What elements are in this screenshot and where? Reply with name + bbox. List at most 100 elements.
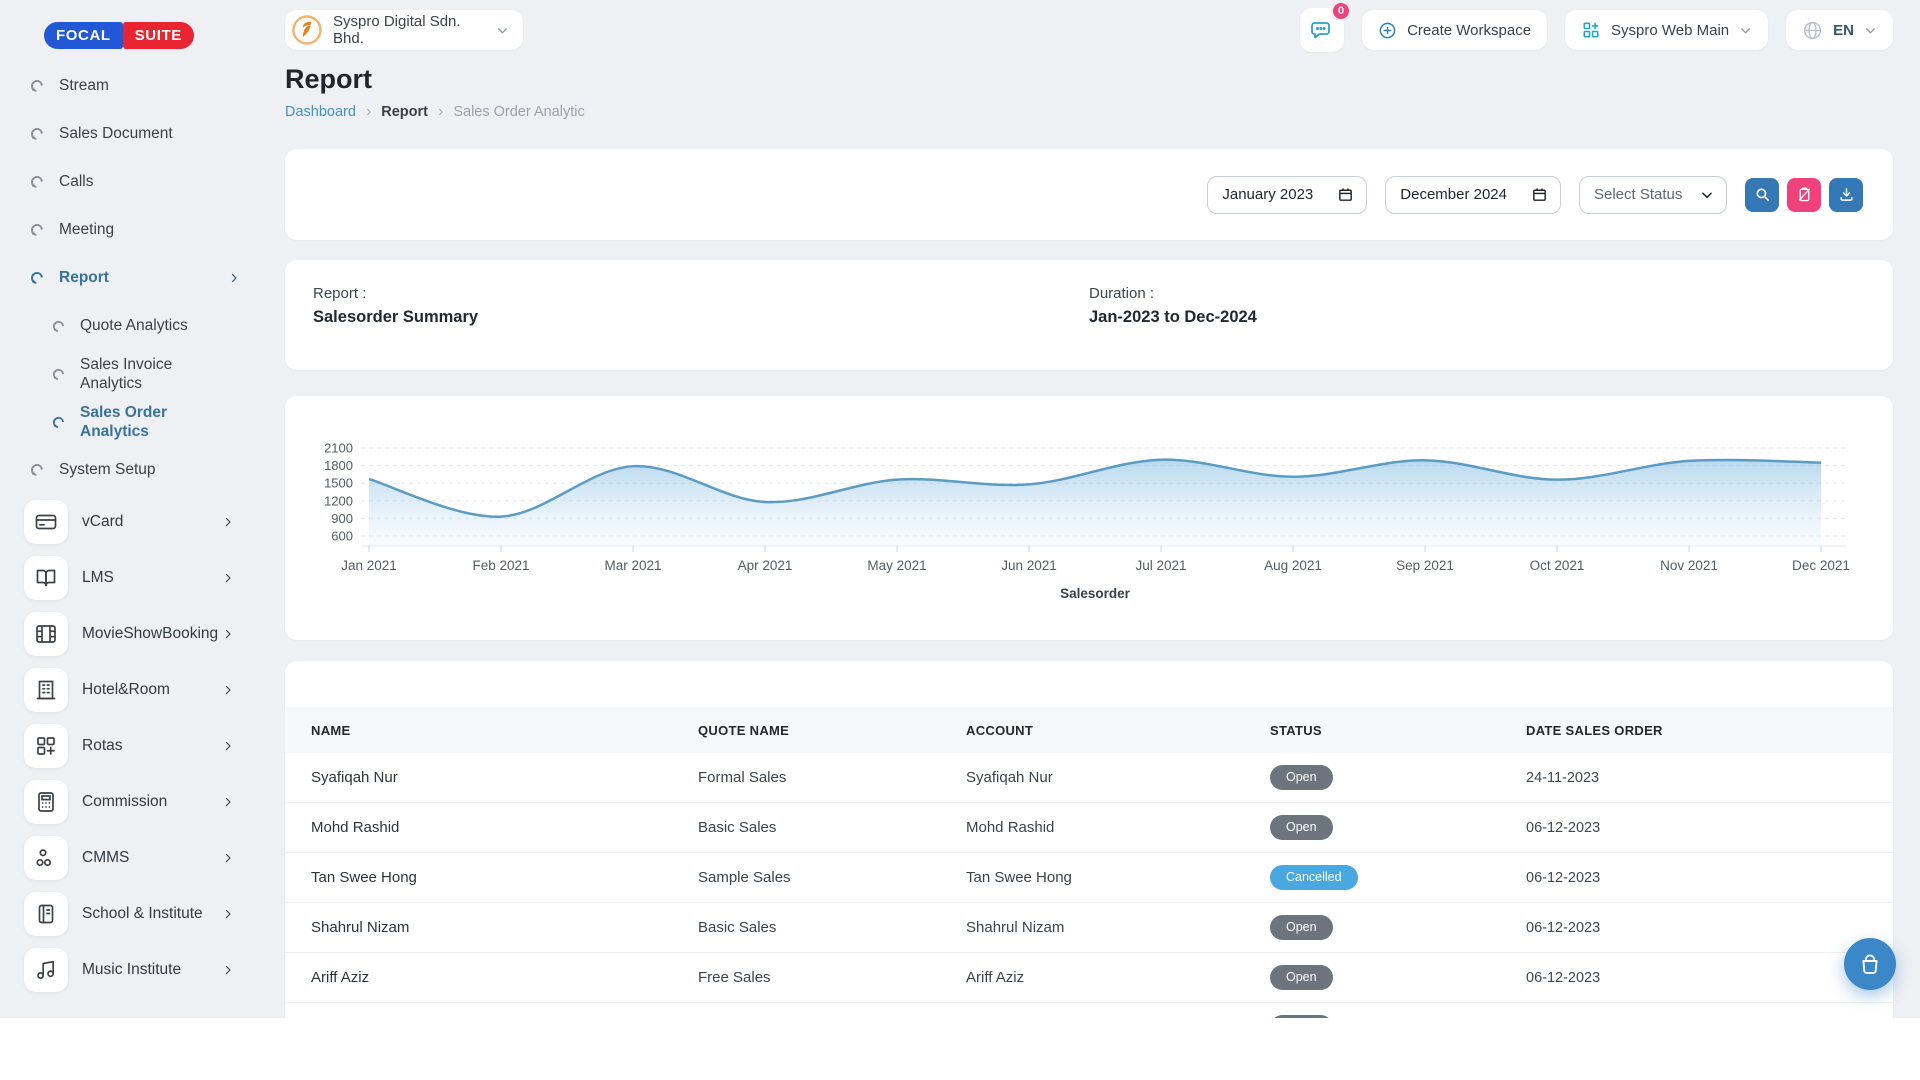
syspro-logo (291, 14, 323, 46)
topbar: Syspro Digital Sdn. Bhd. 0 Create Worksp… (285, 8, 1893, 52)
chevron-down-icon (496, 24, 509, 37)
status-select[interactable]: Select Status (1579, 176, 1727, 214)
search-button[interactable] (1745, 178, 1779, 212)
sidebar-item-stream[interactable]: Stream (0, 62, 258, 110)
svg-text:Oct 2021: Oct 2021 (1530, 558, 1585, 573)
cell-account: Mohd Rashid (966, 819, 1270, 836)
table-row[interactable]: Ariff Aziz Free Sales Ariff Aziz Open 06… (285, 953, 1893, 1003)
table-row[interactable]: Open (285, 1003, 1893, 1018)
svg-text:Jan 2021: Jan 2021 (341, 558, 397, 573)
workspace-selector[interactable]: Syspro Digital Sdn. Bhd. (285, 10, 523, 50)
ring-icon (30, 271, 44, 285)
topbar-actions: 0 Create Workspace Syspro Web Main EN (1300, 8, 1893, 52)
sidebar-item-calls[interactable]: Calls (0, 158, 258, 206)
chevron-right-icon (222, 964, 234, 976)
sidebar-item-lms[interactable]: LMS (0, 550, 258, 606)
app-selector[interactable]: Syspro Web Main (1565, 10, 1768, 50)
duration-label: Duration : (1089, 285, 1865, 302)
sidebar-item-label: Sales Invoice Analytics (80, 355, 230, 394)
svg-text:1800: 1800 (324, 458, 353, 473)
cell-account: Shahrul Nizam (966, 919, 1270, 936)
table-row[interactable]: Syafiqah Nur Formal Sales Syafiqah Nur O… (285, 753, 1893, 803)
breadcrumb-dashboard-link[interactable]: Dashboard (285, 104, 356, 120)
sidebar-item-cmms[interactable]: CMMS (0, 830, 258, 886)
chat-bubble-icon (1310, 18, 1334, 42)
book-icon (24, 556, 68, 600)
svg-text:Aug 2021: Aug 2021 (1264, 558, 1322, 573)
sidebar-item-school-institute[interactable]: School & Institute (0, 886, 258, 942)
status-badge: Open (1270, 965, 1333, 990)
status-select-value: Select Status (1594, 186, 1682, 203)
cart-fab-button[interactable] (1844, 938, 1896, 990)
column-header-status: STATUS (1270, 723, 1526, 738)
calculator-icon (24, 780, 68, 824)
sidebar-item-label: System Setup (59, 460, 240, 479)
breadcrumb-current: Sales Order Analytic (453, 104, 584, 120)
chevron-right-icon (222, 516, 234, 528)
breadcrumb-report-link[interactable]: Report (381, 104, 428, 120)
table-row[interactable]: Mohd Rashid Basic Sales Mohd Rashid Open… (285, 803, 1893, 853)
chevron-right-icon (222, 796, 234, 808)
cell-name: Tan Swee Hong (311, 869, 698, 886)
cell-account: Syafiqah Nur (966, 769, 1270, 786)
table-row[interactable]: Shahrul Nizam Basic Sales Shahrul Nizam … (285, 903, 1893, 953)
duration-summary: Duration : Jan-2023 to Dec-2024 (1089, 285, 1865, 345)
sidebar-item-label: Meeting (59, 220, 240, 239)
sidebar-item-system-setup[interactable]: System Setup (0, 446, 258, 494)
start-date-input[interactable]: January 2023 (1207, 176, 1367, 214)
sidebar-item-report[interactable]: Report (0, 254, 258, 302)
end-date-input[interactable]: December 2024 (1385, 176, 1561, 214)
sidebar-item-sales-document[interactable]: Sales Document (0, 110, 258, 158)
table-row[interactable]: Tan Swee Hong Sample Sales Tan Swee Hong… (285, 853, 1893, 903)
chevron-right-icon (222, 852, 234, 864)
logo-focal: FOCAL (44, 22, 123, 49)
sidebar-item-movieshowbooking[interactable]: MovieShowBooking (0, 606, 258, 662)
clear-filter-button[interactable] (1787, 178, 1821, 212)
sidebar-item-quote-analytics[interactable]: Quote Analytics (0, 302, 258, 350)
report-value: Salesorder Summary (313, 308, 1089, 327)
create-workspace-button[interactable]: Create Workspace (1362, 10, 1547, 50)
report-label: Report : (313, 285, 1089, 302)
grid-plus-icon (1581, 20, 1601, 40)
cell-quote-name: Basic Sales (698, 819, 966, 836)
sidebar-item-hotel-room[interactable]: Hotel&Room (0, 662, 258, 718)
svg-text:Jun 2021: Jun 2021 (1001, 558, 1057, 573)
status-badge: Open (1270, 765, 1333, 790)
sidebar-item-label: Commission (82, 793, 222, 811)
cell-date: 06-12-2023 (1526, 920, 1893, 936)
chat-button[interactable]: 0 (1300, 8, 1344, 52)
chevron-right-icon (222, 684, 234, 696)
chart-legend: Salesorder (1060, 586, 1131, 601)
sidebar: FOCAL SUITE Stream Sales Document Calls … (0, 0, 258, 1018)
sidebar-item-meeting[interactable]: Meeting (0, 206, 258, 254)
report-summary-card: Report : Salesorder Summary Duration : J… (285, 260, 1893, 370)
status-badge: Cancelled (1270, 865, 1358, 890)
sidebar-item-label: Sales Document (59, 124, 240, 143)
cell-name: Syafiqah Nur (311, 769, 698, 786)
chevron-down-icon (1864, 24, 1877, 37)
sidebar-item-music-institute[interactable]: Music Institute (0, 942, 258, 998)
workspace-name: Syspro Digital Sdn. Bhd. (333, 13, 486, 47)
ring-icon (52, 416, 65, 429)
notebook-icon (24, 892, 68, 936)
sidebar-item-label: Rotas (82, 737, 222, 755)
status-badge: Open (1270, 1015, 1333, 1018)
chevron-right-icon: › (438, 103, 443, 121)
sidebar-item-sales-order-analytics[interactable]: Sales Order Analytics (0, 398, 258, 446)
building-icon (24, 668, 68, 712)
shopping-bag-icon (1858, 952, 1882, 976)
cell-name: Ariff Aziz (311, 969, 698, 986)
sidebar-item-vcard[interactable]: vCard (0, 494, 258, 550)
chevron-down-icon (1700, 188, 1714, 202)
main-content: Syspro Digital Sdn. Bhd. 0 Create Worksp… (258, 0, 1920, 1018)
sidebar-item-commission[interactable]: Commission (0, 774, 258, 830)
chevron-right-icon (222, 740, 234, 752)
globe-icon (1802, 20, 1823, 41)
clear-filter-icon (1796, 186, 1813, 203)
sidebar-item-sales-invoice-analytics[interactable]: Sales Invoice Analytics (0, 350, 258, 398)
language-selector[interactable]: EN (1786, 10, 1893, 50)
svg-text:900: 900 (331, 511, 353, 526)
sales-order-area-chart: 6009001200150018002100Jan 2021Feb 2021Ma… (285, 396, 1893, 640)
sidebar-item-rotas[interactable]: Rotas (0, 718, 258, 774)
download-button[interactable] (1829, 178, 1863, 212)
